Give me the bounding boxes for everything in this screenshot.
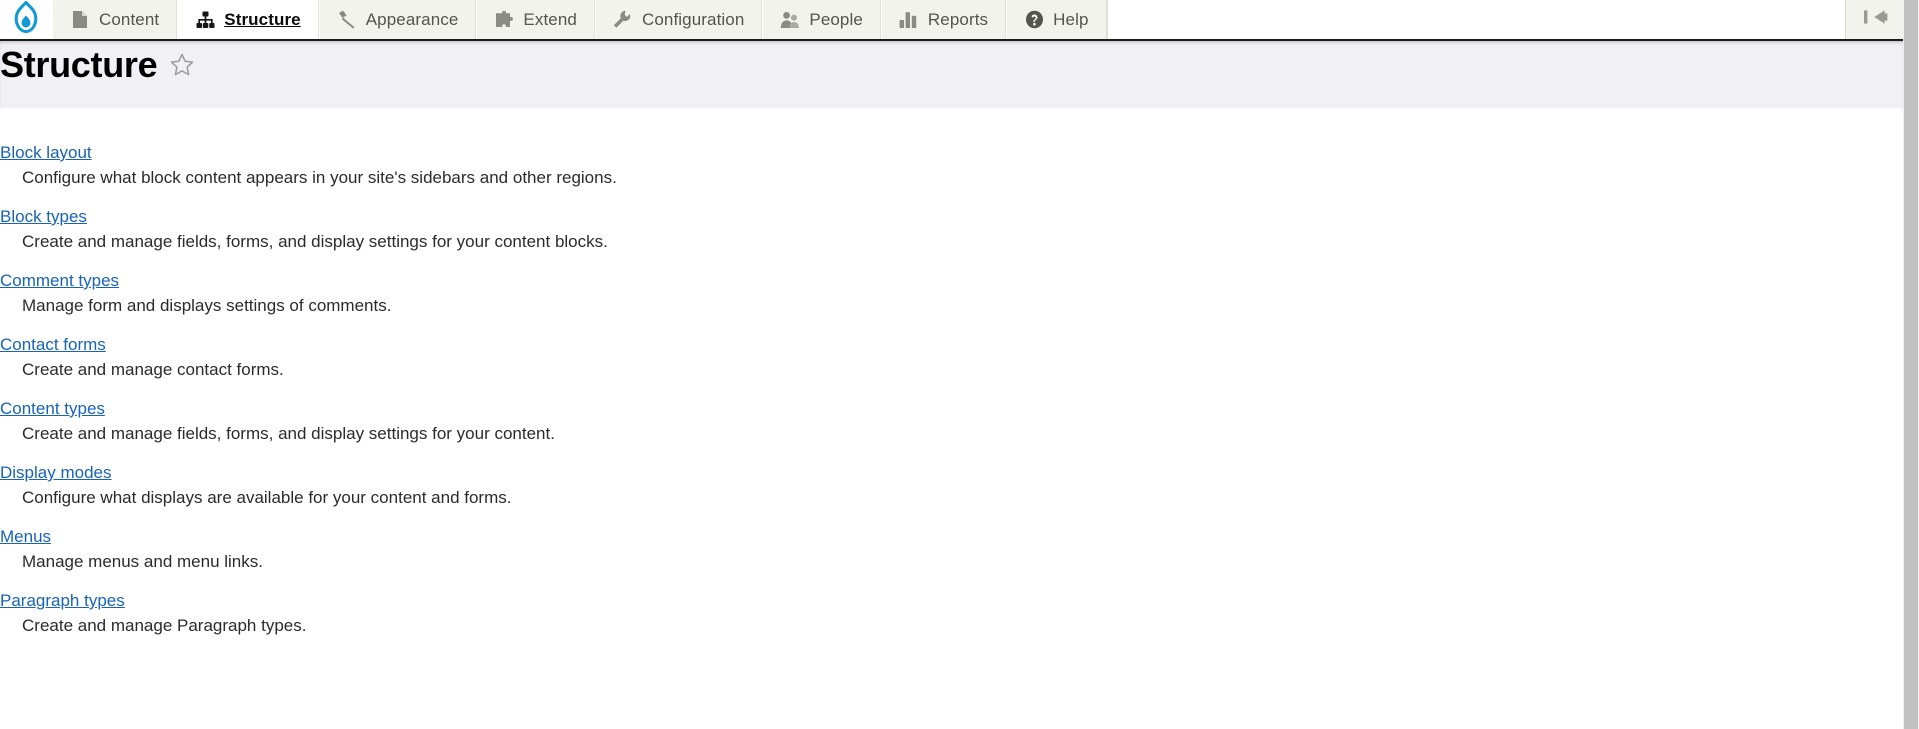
admin-link-content-types[interactable]: Content types	[0, 397, 105, 420]
toolbar-tab-label: Appearance	[365, 10, 459, 29]
question-mark-icon	[1024, 10, 1044, 30]
toolbar-empty-space	[1106, 0, 1845, 39]
sitemap-icon	[195, 10, 215, 30]
admin-link-block-types[interactable]: Block types	[0, 205, 87, 228]
admin-description: Create and manage Paragraph types.	[22, 616, 307, 635]
toolbar-tab-extend[interactable]: Extend	[476, 0, 595, 39]
admin-link-display-modes[interactable]: Display modes	[0, 461, 112, 484]
bar-chart-icon	[899, 10, 919, 30]
toolbar-tab-help[interactable]: Help	[1006, 0, 1107, 39]
admin-list-item: Display modes Configure what displays ar…	[0, 461, 1903, 509]
admin-list-item: Paragraph types Create and manage Paragr…	[0, 589, 1903, 637]
admin-description: Manage form and displays settings of com…	[22, 296, 392, 315]
drupal-droplet-logo	[13, 0, 39, 38]
drupal-home-link[interactable]	[0, 0, 52, 39]
page-title-row: Structure	[0, 41, 1903, 87]
toolbar-tab-label: Content	[99, 10, 160, 29]
admin-link-comment-types[interactable]: Comment types	[0, 269, 119, 292]
toolbar-tab-label: Configuration	[641, 10, 745, 29]
toolbar-tab-content[interactable]: Content	[52, 0, 178, 39]
toolbar-tab-label: Structure	[224, 10, 301, 29]
admin-description: Create and manage fields, forms, and dis…	[22, 232, 608, 251]
file-icon	[70, 10, 90, 30]
page-title: Structure	[0, 44, 158, 85]
admin-list-item: Menus Manage menus and menu links.	[0, 525, 1903, 573]
admin-description: Create and manage contact forms.	[22, 360, 284, 379]
toolbar-tab-appearance[interactable]: Appearance	[318, 0, 477, 39]
people-icon	[780, 10, 800, 30]
paintbrush-icon	[337, 10, 357, 30]
admin-list-item: Block types Create and manage fields, fo…	[0, 205, 1903, 253]
admin-list-item: Comment types Manage form and displays s…	[0, 269, 1903, 317]
toolbar-tab-label: Reports	[927, 10, 989, 29]
admin-block-list: Block layout Configure what block conten…	[0, 108, 1903, 729]
toolbar-tab-label: People	[809, 10, 863, 29]
toolbar-tab-structure[interactable]: Structure	[177, 0, 319, 39]
admin-toolbar: Content Structure Appearance Extend Conf…	[0, 0, 1903, 41]
toolbar-tab-reports[interactable]: Reports	[880, 0, 1007, 39]
page-scrollbar-track[interactable]	[1903, 0, 1919, 729]
collapse-sidebar-icon	[1861, 7, 1889, 32]
page-scrollbar-thumb[interactable]	[1904, 0, 1918, 729]
puzzle-piece-icon	[494, 10, 514, 30]
toolbar-tab-configuration[interactable]: Configuration	[594, 0, 763, 39]
admin-link-menus[interactable]: Menus	[0, 525, 51, 548]
wrench-icon	[613, 10, 633, 30]
admin-link-contact-forms[interactable]: Contact forms	[0, 333, 106, 356]
admin-list-item: Contact forms Create and manage contact …	[0, 333, 1903, 381]
collapse-sidebar-button[interactable]	[1845, 0, 1903, 39]
admin-description: Create and manage fields, forms, and dis…	[22, 424, 555, 443]
star-outline-icon[interactable]	[169, 52, 195, 78]
admin-list-item: Content types Create and manage fields, …	[0, 397, 1903, 445]
admin-list-item: Block layout Configure what block conten…	[0, 141, 1903, 189]
toolbar-tab-label: Help	[1053, 10, 1089, 29]
page-title-band: Structure	[0, 41, 1903, 108]
toolbar-tab-people[interactable]: People	[762, 0, 881, 39]
admin-link-paragraph-types[interactable]: Paragraph types	[0, 589, 125, 612]
admin-link-block-layout[interactable]: Block layout	[0, 141, 92, 164]
toolbar-tab-label: Extend	[523, 10, 577, 29]
admin-description: Configure what displays are available fo…	[22, 488, 512, 507]
admin-description: Manage menus and menu links.	[22, 552, 263, 571]
admin-description: Configure what block content appears in …	[22, 168, 617, 187]
